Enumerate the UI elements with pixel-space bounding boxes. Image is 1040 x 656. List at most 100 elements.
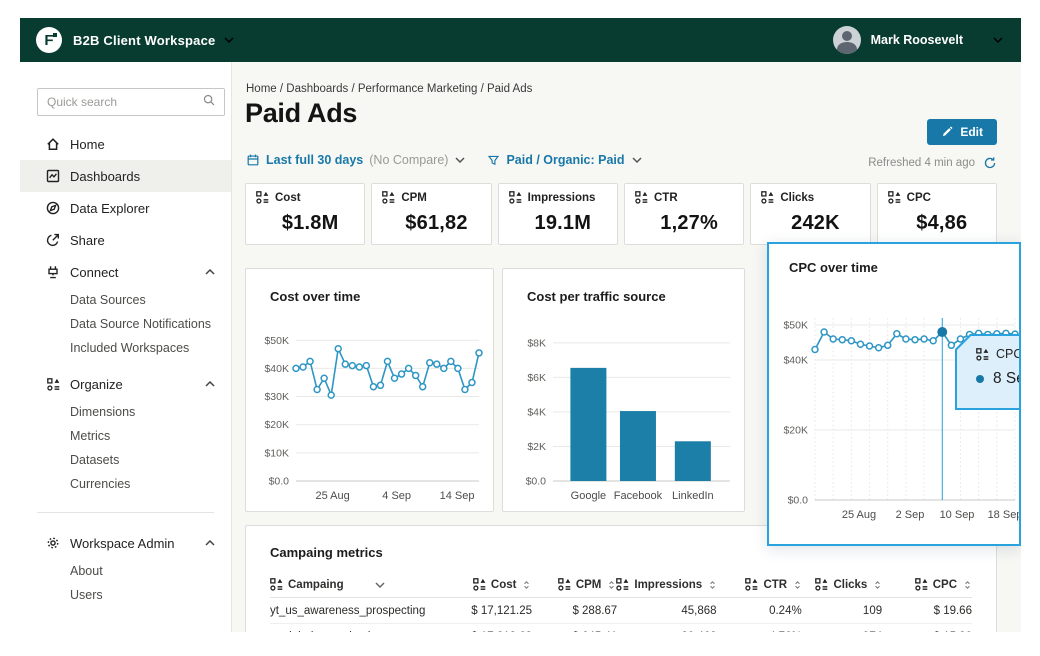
sidebar-subitem-label: Currencies (70, 477, 130, 491)
column-header-cost[interactable]: Cost (445, 572, 532, 597)
svg-text:$20K: $20K (264, 419, 289, 431)
shapes-icon (888, 191, 901, 204)
page-title: Paid Ads (245, 98, 357, 129)
sidebar-item-organize[interactable]: Organize (20, 368, 231, 400)
sort-icon[interactable] (793, 579, 802, 591)
chevron-up-icon (205, 540, 215, 546)
breadcrumb[interactable]: Home / Dashboards / Performance Marketin… (246, 83, 532, 95)
svg-text:Google: Google (571, 490, 606, 502)
refresh-icon[interactable] (983, 156, 997, 170)
column-header-cpm[interactable]: CPM (531, 572, 616, 597)
sidebar-nav: Home Dashboards Data Explorer Share Connect D… (20, 128, 231, 607)
kpi-value: $61,82 (382, 212, 490, 235)
cpc-over-time-chart[interactable]: $0.0$20K$40K$50K25 Aug2 Sep10 Sep18 Sep (769, 288, 1019, 542)
date-range-filter[interactable]: Last full 30 days (No Compare) (246, 153, 465, 167)
kpi-label: Impressions (528, 192, 596, 204)
column-label: CPC (933, 579, 957, 591)
search-input[interactable] (47, 95, 202, 109)
kpi-card-cpc[interactable]: CPC$4,86 (877, 183, 997, 245)
shapes-icon (558, 578, 571, 591)
sidebar-subitem-included-workspaces[interactable]: Included Workspaces (20, 336, 231, 360)
quick-search-box (37, 88, 225, 116)
svg-text:$0.0: $0.0 (526, 476, 547, 488)
kpi-card-cpm[interactable]: CPM $61,82 (371, 183, 491, 245)
cost-over-time-chart[interactable]: $0.0$10K$20K$30K$40K$50K25 Aug4 Sep14 Se… (246, 317, 493, 509)
user-menu[interactable]: Mark Roosevelt (871, 33, 963, 47)
kpi-card-clicks[interactable]: Clicks242K (750, 183, 870, 245)
avatar-shoulders (837, 42, 857, 54)
kpi-card-cost[interactable]: Cost$1.8M (245, 183, 365, 245)
sidebar-subitem-about[interactable]: About (20, 559, 231, 583)
sidebar-item-home[interactable]: Home (20, 128, 231, 160)
column-header-ctr[interactable]: CTR (717, 572, 802, 597)
kpi-value: 19.1M (509, 212, 617, 235)
user-chevron-down-icon[interactable] (993, 37, 1003, 43)
sort-icon[interactable] (963, 579, 972, 591)
sidebar-subitem-label: Included Workspaces (70, 341, 189, 355)
svg-text:4 Sep: 4 Sep (382, 490, 411, 502)
kpi-card-ctr[interactable]: CTR1,27% (624, 183, 744, 245)
sort-icon[interactable] (607, 579, 616, 591)
workspace-switcher[interactable]: B2B Client Workspace (73, 33, 215, 48)
campaign-chevron-down-icon[interactable] (375, 582, 385, 588)
column-label: Clicks (833, 579, 867, 591)
kpi-label: Clicks (780, 192, 814, 204)
kpi-card-impressions[interactable]: Impressions 19.1M (498, 183, 618, 245)
sidebar-divider (37, 512, 214, 513)
sidebar-item-data-explorer[interactable]: Data Explorer (20, 192, 231, 224)
table-row: g_global_generic_dsa$ 17,213.63$ 645.412… (270, 624, 972, 632)
sidebar-item-connect[interactable]: Connect (20, 256, 231, 288)
table-cell: $ 17,121.25 (445, 598, 532, 623)
sidebar-subitem-data-sources[interactable]: Data Sources (20, 288, 231, 312)
column-header-impressions[interactable]: Impressions (616, 572, 717, 597)
table-cell: $ 15.80 (882, 624, 972, 632)
table-cell: $ 645.41 (532, 624, 617, 632)
shapes-icon (509, 191, 522, 204)
top-bar: F B2B Client Workspace Mark Roosevelt (20, 18, 1021, 62)
sidebar-subitem-datasets[interactable]: Datasets (20, 448, 231, 472)
sidebar-item-workspace-admin[interactable]: Workspace Admin (20, 527, 231, 559)
cost-over-time-card: Cost over time $0.0$10K$20K$30K$40K$50K2… (245, 268, 494, 512)
table-cell: 45,868 (617, 598, 716, 623)
cost-per-source-chart[interactable]: $0.0$2K$4K$6K$8KGoogleFacebookLinkedIn (503, 317, 744, 509)
sort-icon[interactable] (873, 579, 882, 591)
edit-button[interactable]: Edit (927, 119, 997, 145)
sidebar-subitem-label: Datasets (70, 453, 119, 467)
sidebar-item-label: Share (70, 233, 105, 248)
kpi-label: CPM (401, 192, 427, 204)
kpi-label: CTR (654, 192, 678, 204)
sidebar-subitem-metrics[interactable]: Metrics (20, 424, 231, 448)
sort-icon[interactable] (708, 579, 717, 591)
chevron-up-icon (205, 269, 215, 275)
share-icon (45, 232, 61, 248)
svg-text:$6K: $6K (527, 372, 546, 384)
sort-icon[interactable] (522, 579, 531, 591)
svg-text:$20K: $20K (783, 425, 808, 437)
user-avatar[interactable] (833, 26, 861, 54)
table-cell: 4.76% (717, 624, 802, 632)
sidebar-item-label: Dashboards (70, 169, 140, 184)
funnel-logo-icon[interactable]: F (36, 27, 62, 53)
refresh-status: Refreshed 4 min ago (868, 156, 997, 170)
sidebar-subitem-dimensions[interactable]: Dimensions (20, 400, 231, 424)
column-header-clicks[interactable]: Clicks (802, 572, 882, 597)
workspace-chevron-down-icon[interactable] (224, 37, 234, 43)
sidebar-item-dashboards[interactable]: Dashboards (20, 160, 231, 192)
avatar-head (842, 31, 852, 41)
tooltip-metric-label: CPC (996, 347, 1021, 361)
shapes-icon (47, 378, 60, 391)
search-icon (202, 93, 216, 112)
table-cell: 0.24% (717, 598, 802, 623)
sidebar-subitem-currencies[interactable]: Currencies (20, 472, 231, 496)
sidebar-item-share[interactable]: Share (20, 224, 231, 256)
sidebar-subitem-data-source-notifications[interactable]: Data Source Notifications (20, 312, 231, 336)
cpc-over-time-popup: CPC over time $0.0$20K$40K$50K25 Aug2 Se… (767, 242, 1021, 546)
segment-filter[interactable]: Paid / Organic: Paid (487, 153, 641, 167)
sidebar-subitem-users[interactable]: Users (20, 583, 231, 607)
sidebar-subitem-label: Data Sources (70, 293, 146, 307)
svg-text:$40K: $40K (783, 355, 808, 367)
sidebar-item-label: Data Explorer (70, 201, 149, 216)
kpi-label: Cost (275, 192, 301, 204)
column-header-campaing[interactable]: Campaing (270, 572, 445, 597)
column-header-cpc[interactable]: CPC (882, 572, 972, 597)
